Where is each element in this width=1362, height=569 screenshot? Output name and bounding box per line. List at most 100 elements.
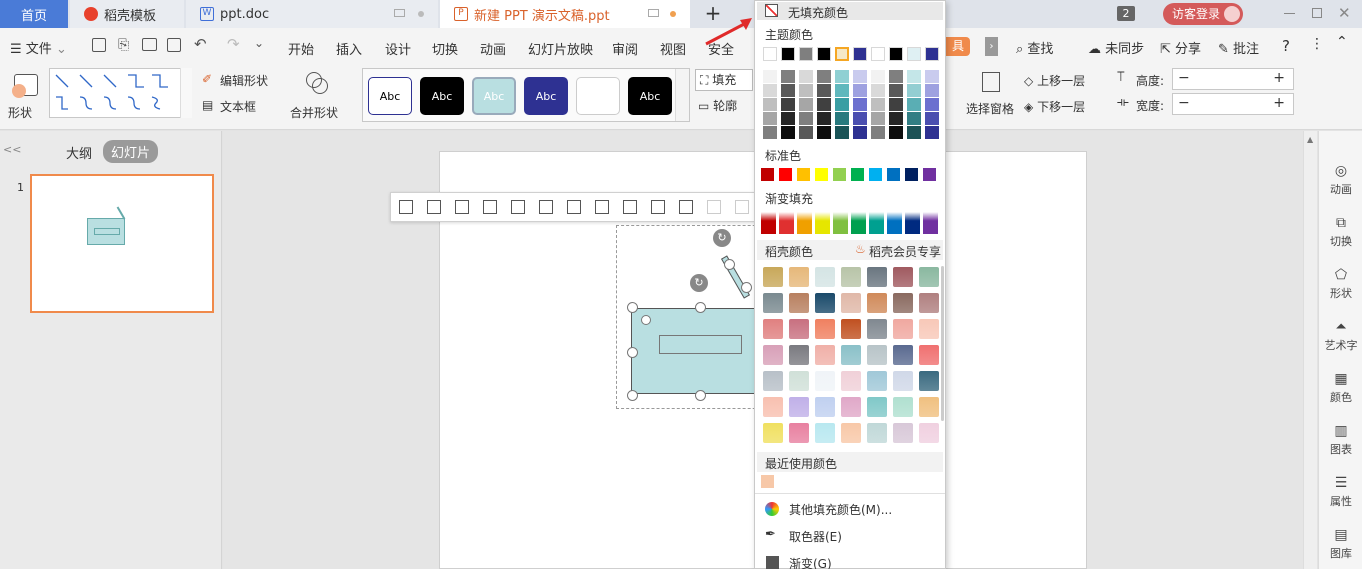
align-icon[interactable] xyxy=(623,200,637,214)
docer-color-swatch[interactable] xyxy=(789,267,809,287)
docer-color-swatch[interactable] xyxy=(789,293,809,313)
height-minus-button[interactable]: − xyxy=(1178,70,1190,86)
docer-color-swatch[interactable] xyxy=(867,397,887,417)
docer-color-swatch[interactable] xyxy=(893,319,913,339)
docer-color-swatch[interactable] xyxy=(815,293,835,313)
help-button[interactable]: ? xyxy=(1282,37,1290,55)
adjust-handle[interactable] xyxy=(641,315,651,325)
theme-shade-swatch[interactable] xyxy=(925,126,939,139)
comment-button[interactable]: ✎ 批注 xyxy=(1218,38,1259,57)
customize-icon[interactable]: ⌄ xyxy=(254,36,264,50)
gradient-color-swatch[interactable] xyxy=(779,212,794,234)
canvas-scrollbar[interactable]: ▲ xyxy=(1303,131,1317,569)
docer-color-swatch[interactable] xyxy=(789,371,809,391)
docer-color-swatch[interactable] xyxy=(763,423,783,443)
shape-style-option[interactable]: Abc xyxy=(368,77,412,115)
docer-color-swatch[interactable] xyxy=(789,319,809,339)
no-fill-option[interactable]: 无填充颜色 xyxy=(757,2,943,20)
theme-shade-swatch[interactable] xyxy=(835,84,849,97)
standard-color-swatch[interactable] xyxy=(905,168,918,181)
shape-style-option[interactable]: Abc xyxy=(524,77,568,115)
theme-shade-swatch[interactable] xyxy=(763,112,777,125)
theme-shade-swatch[interactable] xyxy=(925,84,939,97)
theme-shade-swatch[interactable] xyxy=(781,98,795,111)
right-bar-item[interactable]: ▥ 图表 xyxy=(1319,423,1362,457)
tab-outline[interactable]: 大纲 xyxy=(66,143,92,162)
text-placeholder[interactable] xyxy=(659,335,742,354)
tab-templates[interactable]: 稻壳模板 xyxy=(70,0,184,28)
theme-color-swatch[interactable] xyxy=(871,47,885,61)
gradient-color-swatch[interactable] xyxy=(761,212,776,234)
theme-shade-swatch[interactable] xyxy=(925,112,939,125)
docer-color-swatch[interactable] xyxy=(789,423,809,443)
theme-shade-swatch[interactable] xyxy=(835,126,849,139)
menu-tab[interactable]: 视图 xyxy=(660,39,686,58)
docer-color-swatch[interactable] xyxy=(841,423,861,443)
docer-color-swatch[interactable] xyxy=(867,423,887,443)
gradient-color-swatch[interactable] xyxy=(869,212,884,234)
theme-color-swatch[interactable] xyxy=(889,47,903,61)
align-icon[interactable] xyxy=(427,200,441,214)
right-bar-item[interactable]: ◎ 动画 xyxy=(1319,163,1362,197)
docer-color-swatch[interactable] xyxy=(841,293,861,313)
shape-style-option[interactable] xyxy=(576,77,620,115)
docer-color-swatch[interactable] xyxy=(893,371,913,391)
dropdown-scrollbar[interactable] xyxy=(941,266,944,421)
align-icon[interactable] xyxy=(707,200,721,214)
theme-shade-swatch[interactable] xyxy=(889,98,903,111)
docer-color-swatch[interactable] xyxy=(841,319,861,339)
theme-color-swatch[interactable] xyxy=(763,47,777,61)
docer-color-swatch[interactable] xyxy=(841,267,861,287)
line-gallery[interactable] xyxy=(49,68,192,118)
standard-color-swatch[interactable] xyxy=(851,168,864,181)
send-backward-button[interactable]: ◈ 下移一层 xyxy=(1024,98,1085,115)
collapse-panel-button[interactable]: << xyxy=(3,143,21,156)
docer-color-swatch[interactable] xyxy=(919,267,939,287)
theme-shade-swatch[interactable] xyxy=(817,126,831,139)
docer-color-swatch[interactable] xyxy=(841,397,861,417)
minimize-icon[interactable] xyxy=(1284,13,1295,14)
align-icon[interactable] xyxy=(679,200,693,214)
resize-handle[interactable] xyxy=(627,347,638,358)
theme-shade-swatch[interactable] xyxy=(853,98,867,111)
theme-shade-swatch[interactable] xyxy=(781,70,795,83)
menu-tab[interactable]: 幻灯片放映 xyxy=(528,39,593,58)
docer-color-swatch[interactable] xyxy=(763,267,783,287)
docer-color-swatch[interactable] xyxy=(789,397,809,417)
theme-shade-swatch[interactable] xyxy=(799,112,813,125)
theme-shade-swatch[interactable] xyxy=(907,84,921,97)
theme-color-swatch[interactable] xyxy=(925,47,939,61)
align-icon[interactable] xyxy=(735,200,749,214)
tab-slides[interactable]: 幻灯片 xyxy=(103,140,159,163)
standard-color-swatch[interactable] xyxy=(761,168,774,181)
login-button[interactable]: 访客登录 xyxy=(1163,3,1243,25)
docer-color-swatch[interactable] xyxy=(919,293,939,313)
theme-shade-swatch[interactable] xyxy=(853,84,867,97)
theme-shade-swatch[interactable] xyxy=(799,126,813,139)
shape-style-option[interactable]: Abc xyxy=(628,77,672,115)
docer-color-swatch[interactable] xyxy=(867,371,887,391)
docer-color-swatch[interactable] xyxy=(919,397,939,417)
docer-color-swatch[interactable] xyxy=(893,423,913,443)
menu-tab[interactable]: 动画 xyxy=(480,39,506,58)
undo-icon[interactable]: ↶ xyxy=(194,35,207,53)
theme-shade-swatch[interactable] xyxy=(763,70,777,83)
standard-color-swatch[interactable] xyxy=(779,168,792,181)
docer-color-swatch[interactable] xyxy=(893,267,913,287)
merge-shape-button[interactable]: 合并形状 xyxy=(288,70,346,120)
print-preview-icon[interactable] xyxy=(167,38,181,52)
docer-color-swatch[interactable] xyxy=(815,371,835,391)
docer-color-swatch[interactable] xyxy=(763,293,783,313)
standard-color-swatch[interactable] xyxy=(815,168,828,181)
theme-shade-swatch[interactable] xyxy=(871,84,885,97)
docer-color-swatch[interactable] xyxy=(867,319,887,339)
gallery-scroll[interactable] xyxy=(675,69,689,121)
resize-handle[interactable] xyxy=(627,390,638,401)
theme-shade-swatch[interactable] xyxy=(817,98,831,111)
docer-color-swatch[interactable] xyxy=(763,397,783,417)
gallery-scroll[interactable] xyxy=(180,68,192,118)
monitor-icon[interactable] xyxy=(648,9,659,17)
align-icon[interactable] xyxy=(511,200,525,214)
theme-shade-swatch[interactable] xyxy=(907,126,921,139)
docer-color-swatch[interactable] xyxy=(815,423,835,443)
